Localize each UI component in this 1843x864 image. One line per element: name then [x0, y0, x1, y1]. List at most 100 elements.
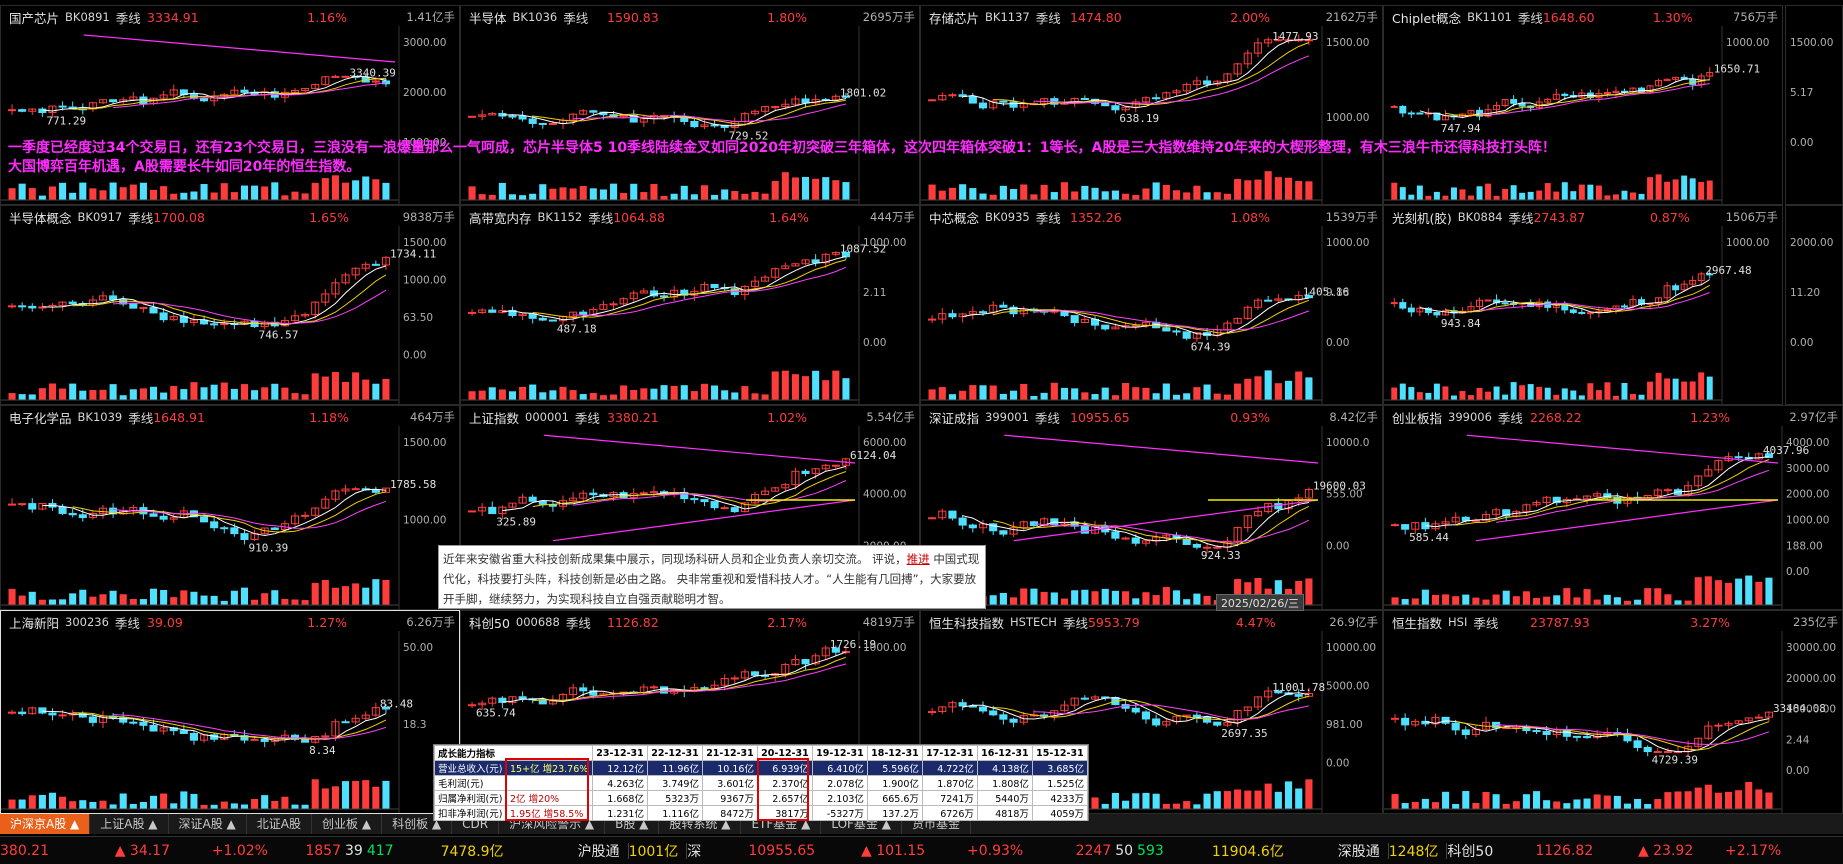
volume-bar [1172, 803, 1181, 809]
row-label: 归属净利润(元) [434, 790, 507, 806]
trend-line[interactable] [83, 34, 396, 63]
kline-chart[interactable]: 4037.96585.444000.003000.002000.001000.0… [1384, 426, 1842, 609]
candle-body [538, 500, 547, 505]
hgt-label[interactable]: 沪股通 [504, 841, 620, 861]
volume-bar [1264, 783, 1272, 809]
volume-bar [1674, 600, 1682, 605]
volume-bar [1621, 382, 1628, 400]
chart-panel[interactable]: 恒生指数 HSI 季线 23787.93 3.27% 235亿手 33484.08 4729.… [1383, 610, 1843, 814]
volume-bar [160, 392, 168, 400]
candle-body [1213, 721, 1222, 726]
y-axis-tick: 2000.00 [1790, 237, 1833, 249]
volume-bar [341, 381, 350, 400]
volume-bar [529, 384, 537, 400]
volume-bar [1391, 794, 1399, 809]
trend-line[interactable] [1004, 434, 1319, 464]
market-tab[interactable]: 深证A股 ▲ [169, 814, 247, 834]
kline-chart[interactable]: 1087.52487.181000.002.110.00 [461, 226, 919, 404]
volume-bar [352, 583, 360, 605]
volume-bar [1020, 383, 1028, 400]
sh-index-price: 380.21 [0, 842, 49, 859]
volume-bar [711, 194, 719, 200]
volume-bar [670, 385, 678, 400]
candle-body [1433, 311, 1441, 316]
chart-panel[interactable]: 电子化学品 BK1039 季线 1648.91 1.18% 464万手 1785.58 910… [0, 405, 460, 610]
volume-bar [1010, 189, 1018, 200]
panel-change: 0.93% [1230, 409, 1270, 425]
chart-panel[interactable]: 高带宽内存 BK1152 季线 1064.88 1.64% 444万手 1087.52 487… [460, 205, 920, 405]
panel-period: 季线 [565, 615, 591, 631]
candle-body [341, 75, 350, 78]
trend-line[interactable] [1466, 434, 1779, 464]
volume-bar [791, 374, 799, 400]
chart-panel[interactable]: 光刻机(胶) BK0884 季线 2743.87 0.87% 1506万手 2967.48 9… [1383, 205, 1783, 405]
market-tab[interactable]: 上证A股 ▲ [90, 814, 169, 834]
volume-bar [109, 590, 117, 605]
chart-panel[interactable]: 半导体概念 BK0917 季线 1700.08 1.65% 9838万手 1734.11 74… [0, 205, 460, 405]
sgt-label[interactable]: 深股通 [1284, 841, 1380, 861]
market-tab[interactable]: 创业板 ▲ [312, 814, 383, 834]
panel-price: 1648.60 [1542, 9, 1595, 25]
trend-line[interactable] [543, 434, 856, 464]
volume-bar [979, 193, 987, 200]
volume-bar [48, 599, 57, 605]
candle-body [1620, 305, 1628, 308]
volume-bar [999, 393, 1007, 400]
volume-bar [1745, 782, 1753, 809]
volume-bar [1401, 803, 1409, 809]
volume-bar [1512, 596, 1520, 605]
kline-chart[interactable]: 1477.93 638.19 1500.00 1000.00 [921, 26, 1382, 204]
volume-bar [498, 389, 506, 400]
kline-chart[interactable]: 1801.02729.52 [461, 26, 919, 204]
volume-bar [1203, 192, 1211, 200]
volume-bar [99, 389, 107, 400]
volume-bar [190, 591, 198, 605]
candle-body [200, 97, 209, 102]
volume-bar [99, 800, 107, 809]
volume-bar [1595, 185, 1602, 200]
row-label: 扣非净利润(元) [434, 805, 507, 821]
candle-body [1152, 97, 1161, 100]
kline-chart[interactable]: 1734.11 746.57 1500.00 1000.00 63.50 0.00 [1, 226, 459, 404]
kline-chart[interactable]: 33484.084729.3930000.0020000.0010000.002… [1384, 631, 1842, 813]
volume-bar [240, 587, 249, 605]
chart-panel[interactable]: 深证成指 399001 季线 10955.65 0.93% 8.42亿手 19600.03 9… [920, 405, 1383, 610]
volume-bar [620, 193, 628, 200]
y-axis-tick: 11.20 [1790, 287, 1820, 299]
kline-chart[interactable]: 1785.58 910.39 1500.00 1000.00 [1, 426, 459, 609]
candle-body [978, 102, 988, 109]
candle-body [1401, 524, 1410, 530]
panel-header: 国产芯片 BK0891 季线 3334.91 1.16% 1.41亿手 [3, 8, 459, 26]
candle-body [948, 313, 957, 318]
kline-chart[interactable]: 19600.03924.3310000.0555.000.00 [921, 426, 1382, 609]
kline-chart[interactable]: 1405.16674.391000.009.880.00 [921, 226, 1382, 404]
kline-chart[interactable]: 83.48 8.34 50.00 18.3 [1, 631, 459, 813]
y-axis-tick: 10000.0 [1326, 437, 1369, 449]
volume-bar [1755, 581, 1763, 605]
market-tab[interactable]: 沪深京A股 ▲ [0, 814, 91, 834]
volume-bar [771, 180, 779, 200]
chart-panel[interactable]: 中芯概念 BK0935 季线 1352.26 1.08% 1539万手 1405.16 674… [920, 205, 1383, 405]
chart-panel[interactable]: 创业板指 399006 季线 2268.22 1.23% 2.97亿手 4037.96 585… [1383, 405, 1843, 610]
volume-bar [210, 192, 218, 200]
chart-panel[interactable]: 上海新阳 300236 季线 39.09 1.27% 6.26万手 83.48 8.34 50.… [0, 610, 460, 814]
volume-bar [311, 779, 319, 809]
volume-bar [382, 780, 390, 809]
volume-bar [291, 804, 299, 809]
market-tab[interactable]: 北证A股 [247, 814, 313, 834]
volume-bar [1071, 590, 1079, 605]
kline-chart[interactable]: 1650.71 747.94 1000.00 [1384, 26, 1782, 204]
volume-bar [801, 176, 810, 200]
volume-bar [969, 188, 977, 200]
panel-change: 1.64% [769, 209, 809, 225]
volume-bar [119, 793, 127, 809]
volume-bar [711, 385, 719, 400]
candle-body [371, 489, 380, 493]
kline-chart[interactable]: 3340.39771.293000.002000.001000.00 [1, 26, 459, 204]
volume-bar [1122, 193, 1130, 200]
kline-chart[interactable]: 2967.48 943.84 1000.00 [1384, 226, 1782, 404]
volume-bar [928, 389, 936, 400]
candle-body [1501, 302, 1509, 305]
volume-bar [271, 590, 279, 605]
chart-panel[interactable]: 2000.00 11.20 0.00 [1785, 205, 1843, 405]
